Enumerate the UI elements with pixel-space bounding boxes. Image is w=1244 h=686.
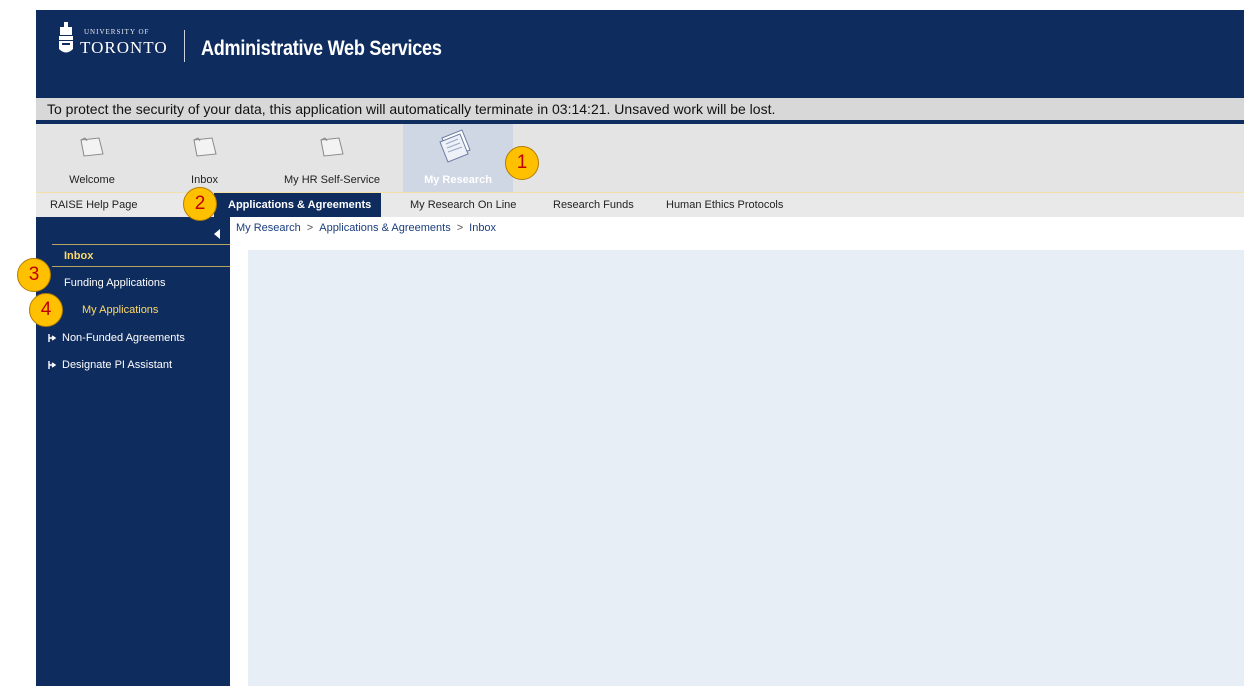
breadcrumb-applications-agreements[interactable]: Applications & Agreements [319, 222, 450, 234]
callout-marker-3: 3 [17, 258, 51, 292]
callout-marker-4: 4 [29, 293, 63, 327]
subtab-applications-agreements[interactable]: Applications & Agreements [214, 193, 382, 217]
folder-icon [320, 137, 344, 157]
app-title: Administrative Web Services [201, 37, 442, 60]
tab-welcome-label: Welcome [69, 174, 115, 186]
toronto-wordmark: TORONTO [80, 38, 168, 57]
tab-inbox[interactable]: Inbox [148, 124, 261, 192]
app-header: UNIVERSITY OF TORONTO Administrative Web… [36, 10, 1244, 98]
subtab-research-funds[interactable]: Research Funds [553, 193, 634, 217]
breadcrumb-separator: > [456, 222, 464, 234]
breadcrumb-separator: > [306, 222, 314, 234]
sidebar-item-inbox[interactable]: Inbox [64, 250, 93, 262]
tab-my-hr-self-service-label: My HR Self-Service [284, 174, 380, 186]
content-panel [248, 250, 1244, 686]
breadcrumb-inbox: Inbox [469, 222, 497, 234]
sidebar-item-funding-applications[interactable]: Funding Applications [64, 277, 166, 289]
breadcrumb: My Research > Applications & Agreements > In… [236, 222, 496, 234]
sidebar-item-label: Non-Funded Agreements [62, 332, 185, 344]
sidebar-divider [52, 244, 230, 245]
session-timeout-message: To protect the security of your data, th… [47, 101, 776, 117]
breadcrumb-my-research[interactable]: My Research [236, 222, 301, 234]
expand-arrow-icon [48, 361, 57, 370]
expand-arrow-icon [48, 334, 57, 343]
subtab-human-ethics-protocols[interactable]: Human Ethics Protocols [666, 193, 783, 217]
callout-marker-2: 2 [183, 187, 217, 221]
university-crest-icon [59, 22, 73, 53]
sidebar-item-label: Designate PI Assistant [62, 359, 173, 371]
sidebar-item-designate-pi-assistant[interactable]: Designate PI Assistant [48, 359, 172, 371]
subtab-raise-help-page[interactable]: RAISE Help Page [50, 193, 137, 217]
folder-icon [192, 137, 217, 157]
collapse-sidebar-icon[interactable] [212, 228, 222, 240]
callout-marker-1: 1 [505, 146, 539, 180]
top-tab-bar: Welcome Inbox My HR Self-Service My Rese… [36, 124, 1244, 193]
subtab-my-research-on-line[interactable]: My Research On Line [410, 193, 516, 217]
sidebar-divider [52, 266, 230, 267]
sidebar-item-my-applications[interactable]: My Applications [82, 304, 158, 316]
tab-my-hr-self-service[interactable]: My HR Self-Service [261, 124, 403, 192]
university-of-text: UNIVERSITY OF [84, 28, 150, 36]
documents-icon [439, 129, 471, 163]
tab-my-research[interactable]: My Research [403, 124, 513, 192]
folder-icon [80, 137, 104, 157]
tab-my-research-label: My Research [424, 174, 492, 186]
sidebar-item-non-funded-agreements[interactable]: Non-Funded Agreements [48, 332, 185, 344]
tab-inbox-label: Inbox [191, 174, 218, 186]
tab-welcome[interactable]: Welcome [36, 124, 148, 192]
sidebar: Inbox Funding Applications My Applicatio… [36, 217, 230, 686]
session-timeout-bar: To protect the security of your data, th… [36, 98, 1244, 124]
header-divider [184, 30, 185, 62]
sub-tab-bar: RAISE Help Page Applications & Agreement… [36, 193, 1244, 217]
